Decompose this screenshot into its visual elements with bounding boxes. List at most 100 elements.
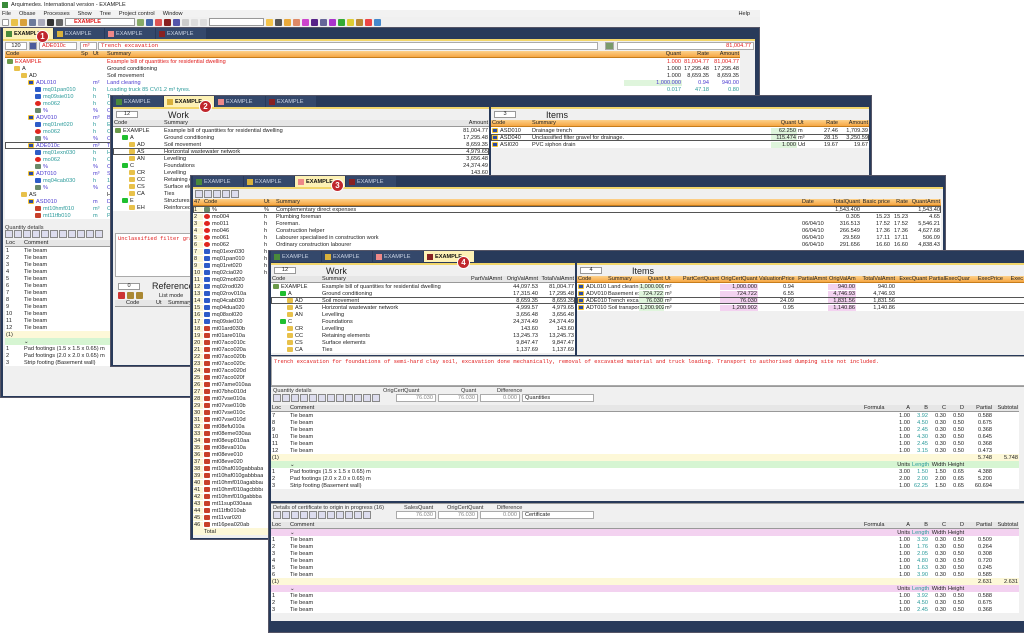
- column-header[interactable]: Summary: [106, 51, 624, 57]
- tool-icon[interactable]: [327, 511, 335, 519]
- column-header[interactable]: D: [947, 522, 965, 528]
- save-icon[interactable]: [47, 18, 54, 26]
- table-row[interactable]: 2 Pad footings (2.0 x 2.0 x 0.65) m: [5, 352, 113, 359]
- item-type-icon[interactable]: [29, 42, 37, 50]
- menu-file[interactable]: File: [2, 11, 11, 17]
- tool-icon[interactable]: [86, 230, 94, 238]
- table-row[interactable]: 12 Tie beam 1.00 3.15 0.30 0.50 0.473: [271, 447, 1019, 454]
- tool-icon[interactable]: [327, 394, 335, 402]
- column-header[interactable]: Formula: [863, 405, 895, 411]
- tool-icon[interactable]: [23, 230, 31, 238]
- column-header[interactable]: 47: [193, 199, 203, 205]
- column-header[interactable]: TotalValAmnt: [539, 276, 575, 282]
- quant-field[interactable]: 76.030: [438, 394, 478, 402]
- tool-icon[interactable]: [77, 230, 85, 238]
- table-row[interactable]: CR Levelling 143.60 143.60: [271, 325, 575, 332]
- column-header[interactable]: Quant: [771, 120, 797, 126]
- column-header[interactable]: TotalQuant: [831, 199, 861, 205]
- tool-icon[interactable]: [273, 511, 281, 519]
- table-row[interactable]: 2 mo004 h Plumbing foreman 0.305 15.23 15.23 4.…: [193, 213, 941, 220]
- tool-icon[interactable]: [354, 394, 362, 402]
- tool-icon[interactable]: [164, 18, 171, 26]
- column-header[interactable]: ValuationPrice: [758, 276, 795, 282]
- column-header[interactable]: PartValAmnt: [463, 276, 503, 282]
- new-icon[interactable]: [2, 18, 9, 26]
- tool-icon[interactable]: [137, 18, 144, 26]
- tab-example[interactable]: EXAMPLE: [156, 28, 206, 39]
- tool-icon[interactable]: [318, 394, 326, 402]
- table-row[interactable]: ADV010 Basement e: 724.722 m³ 724.722 6.55 4,7…: [577, 290, 1024, 297]
- col-code[interactable]: Code: [125, 300, 155, 306]
- menu-help[interactable]: Help: [738, 11, 750, 17]
- table-row[interactable]: (1): [5, 331, 113, 338]
- column-header[interactable]: OrigCertQuant: [720, 276, 758, 282]
- column-header[interactable]: Partial: [965, 522, 993, 528]
- list-mode-label[interactable]: List mode: [159, 293, 183, 299]
- code-input[interactable]: ADE010c: [39, 42, 77, 50]
- column-header[interactable]: D: [947, 405, 965, 411]
- tool-icon[interactable]: [320, 18, 327, 26]
- tool-icon[interactable]: [336, 511, 344, 519]
- table-row[interactable]: CA Ties 1,137.69 1,137.69: [271, 346, 575, 353]
- tool-icon[interactable]: [291, 394, 299, 402]
- column-header[interactable]: Summary: [163, 120, 429, 126]
- column-header[interactable]: B: [911, 522, 929, 528]
- column-header[interactable]: Code: [203, 199, 263, 205]
- tool-icon[interactable]: [282, 511, 290, 519]
- tool-icon[interactable]: [275, 18, 282, 26]
- table-row[interactable]: 4 Tie beam 1.00 4.80 0.30 0.50 0.720: [271, 557, 1019, 564]
- tool-icon[interactable]: [68, 230, 76, 238]
- table-row[interactable]: 6 mo062 h Ordinary construction labourer 06/…: [193, 241, 941, 248]
- table-row[interactable]: ASD040 Unclassified filter gravel for dra…: [491, 134, 869, 141]
- tool-icon[interactable]: [95, 230, 103, 238]
- table-row[interactable]: mq01pan010 h Loading truck 85 CV/1.2 m³ ty…: [5, 86, 740, 93]
- table-row[interactable]: 5 Tie beam 1.00 1.63 0.30 0.50 0.245: [271, 564, 1019, 571]
- table-row[interactable]: 10 Tie beam 1.00 4.30 0.30 0.50 0.645: [271, 433, 1019, 440]
- menu-window[interactable]: Window: [163, 11, 183, 17]
- column-header[interactable]: Rate: [682, 51, 710, 57]
- reference-icon[interactable]: [136, 292, 143, 299]
- table-row[interactable]: 8 Tie beam 1.00 4.50 0.30 0.50 0.675: [271, 419, 1019, 426]
- table-row[interactable]: ⌄ Units Length Width Height: [271, 529, 1019, 536]
- tool-icon[interactable]: [41, 230, 49, 238]
- table-row[interactable]: A Ground conditioning 17,315.40 17,295.48: [271, 290, 575, 297]
- tab-example[interactable]: EXAMPLE: [193, 176, 243, 187]
- column-header[interactable]: Rate: [891, 199, 909, 205]
- tool-icon[interactable]: [336, 394, 344, 402]
- table-row[interactable]: 6 Tie beam 1.00 3.90 0.30 0.50 0.585: [271, 571, 1019, 578]
- tool-icon[interactable]: [195, 190, 203, 198]
- tool-icon[interactable]: [372, 394, 380, 402]
- column-header[interactable]: Ut: [797, 120, 809, 126]
- column-header[interactable]: C: [929, 522, 947, 528]
- menu-obase[interactable]: Obase: [19, 11, 35, 17]
- table-row[interactable]: A Ground conditioning 17,295.48: [113, 134, 489, 141]
- tool-icon[interactable]: [14, 230, 22, 238]
- table-row[interactable]: EXAMPLE Example bill of quantities for re…: [5, 58, 740, 65]
- column-header[interactable]: Code: [5, 51, 80, 57]
- column-header[interactable]: PartialExecQuant: [928, 276, 970, 282]
- column-header[interactable]: Code: [271, 276, 321, 282]
- summary-input[interactable]: Trench excavation: [98, 42, 598, 50]
- table-row[interactable]: 1%% Complementary direct expenses 1,543.40…: [193, 206, 941, 213]
- column-header[interactable]: A: [895, 405, 911, 411]
- tool-icon[interactable]: [363, 394, 371, 402]
- column-header[interactable]: Ut: [263, 199, 275, 205]
- table-row[interactable]: ADT010 Soil transpor 1,200.902 m³ 1,200.902 0…: [577, 304, 1024, 311]
- tab-example[interactable]: EXAMPLE: [215, 96, 265, 107]
- table-row[interactable]: 2 Pad footings (2.0 x 2.0 x 0.65) m 2.00 2.…: [271, 475, 1019, 482]
- column-header[interactable]: Sp: [80, 51, 92, 57]
- table-row[interactable]: 1 Pad footings (1.5 x 1.5 x 0.65) m 3.00 1.…: [271, 468, 1019, 475]
- table-row[interactable]: 3 Tie beam: [5, 261, 113, 268]
- column-header[interactable]: Subtotal: [993, 405, 1019, 411]
- tool-icon[interactable]: [329, 18, 336, 26]
- col-ut[interactable]: Ut: [155, 300, 167, 306]
- table-row[interactable]: (1) 5.748 5.748: [271, 454, 1019, 461]
- table-row[interactable]: 11 Tie beam: [5, 317, 113, 324]
- menu-processes[interactable]: Processes: [44, 11, 70, 17]
- table-row[interactable]: ⌄: [5, 338, 113, 345]
- tool-icon[interactable]: [284, 18, 291, 26]
- table-row[interactable]: ADE010cTrench exca76.030m³76.03024.091,8…: [577, 297, 1024, 304]
- column-header[interactable]: Formula: [863, 522, 895, 528]
- sales-quant-field[interactable]: 76.030: [396, 511, 436, 519]
- tool-icon[interactable]: [291, 511, 299, 519]
